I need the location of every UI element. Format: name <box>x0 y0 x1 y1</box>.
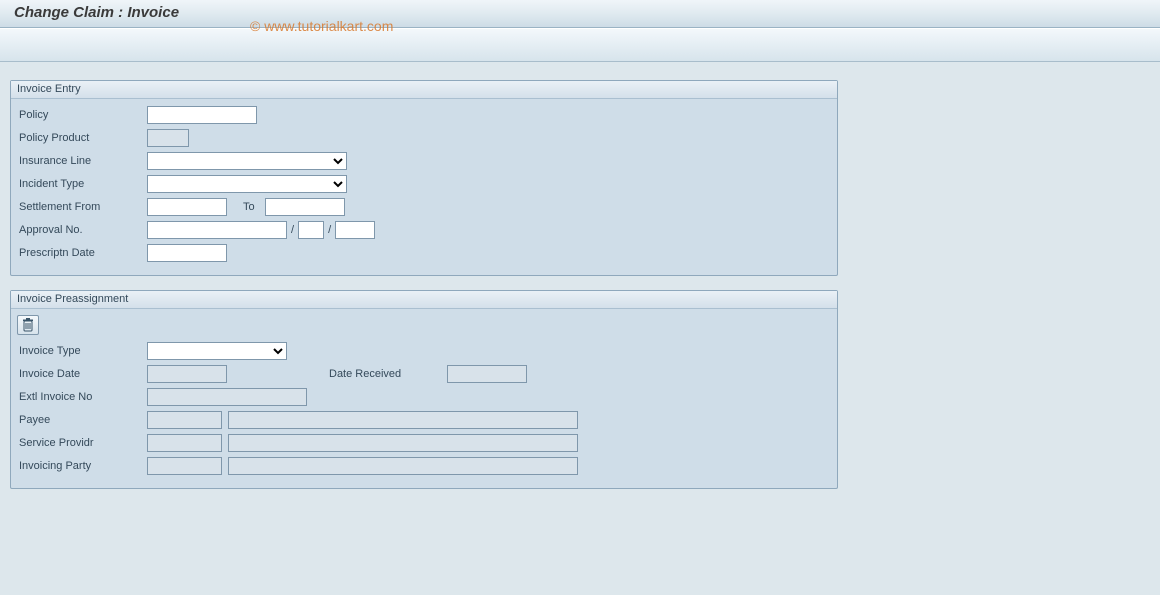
invoicing-party-name-input <box>228 457 578 475</box>
content-area: Invoice Entry Policy Policy Product Insu… <box>0 62 1160 521</box>
invoice-date-label: Invoice Date <box>17 368 147 380</box>
approval-sep-1: / <box>287 224 298 236</box>
extl-invoice-no-label: Extl Invoice No <box>17 391 147 403</box>
toolbar-strip <box>0 28 1160 62</box>
invoice-type-label: Invoice Type <box>17 345 147 357</box>
policy-product-input <box>147 129 189 147</box>
approval-no-1-input[interactable] <box>147 221 287 239</box>
incident-type-label: Incident Type <box>17 178 147 190</box>
insurance-line-select[interactable] <box>147 152 347 170</box>
invoice-preassignment-title: Invoice Preassignment <box>11 291 837 309</box>
approval-sep-2: / <box>324 224 335 236</box>
policy-input[interactable] <box>147 106 257 124</box>
invoice-preassignment-panel: Invoice Preassignment Invoice Type Invoi… <box>10 290 838 489</box>
payee-label: Payee <box>17 414 147 426</box>
delete-button[interactable] <box>17 315 39 335</box>
settlement-to-input[interactable] <box>265 198 345 216</box>
service-providr-code-input <box>147 434 222 452</box>
incident-type-select[interactable] <box>147 175 347 193</box>
approval-no-label: Approval No. <box>17 224 147 236</box>
title-bar: Change Claim : Invoice © www.tutorialkar… <box>0 0 1160 28</box>
extl-invoice-no-input <box>147 388 307 406</box>
approval-no-3-input[interactable] <box>335 221 375 239</box>
settlement-from-input[interactable] <box>147 198 227 216</box>
policy-label: Policy <box>17 109 147 121</box>
approval-no-2-input[interactable] <box>298 221 324 239</box>
service-providr-label: Service Providr <box>17 437 147 449</box>
watermark-text: © www.tutorialkart.com <box>250 18 393 34</box>
invoice-entry-panel: Invoice Entry Policy Policy Product Insu… <box>10 80 838 276</box>
date-received-label: Date Received <box>327 368 447 380</box>
settlement-to-label: To <box>227 201 265 213</box>
date-received-input <box>447 365 527 383</box>
invoicing-party-code-input <box>147 457 222 475</box>
invoicing-party-label: Invoicing Party <box>17 460 147 472</box>
settlement-from-label: Settlement From <box>17 201 147 213</box>
prescriptn-date-label: Prescriptn Date <box>17 247 147 259</box>
policy-product-label: Policy Product <box>17 132 147 144</box>
service-providr-name-input <box>228 434 578 452</box>
invoice-entry-title: Invoice Entry <box>11 81 837 99</box>
invoice-type-select[interactable] <box>147 342 287 360</box>
payee-code-input <box>147 411 222 429</box>
insurance-line-label: Insurance Line <box>17 155 147 167</box>
trash-icon <box>22 318 34 332</box>
prescriptn-date-input[interactable] <box>147 244 227 262</box>
page-title: Change Claim : Invoice <box>14 4 179 21</box>
invoice-date-input <box>147 365 227 383</box>
payee-name-input <box>228 411 578 429</box>
